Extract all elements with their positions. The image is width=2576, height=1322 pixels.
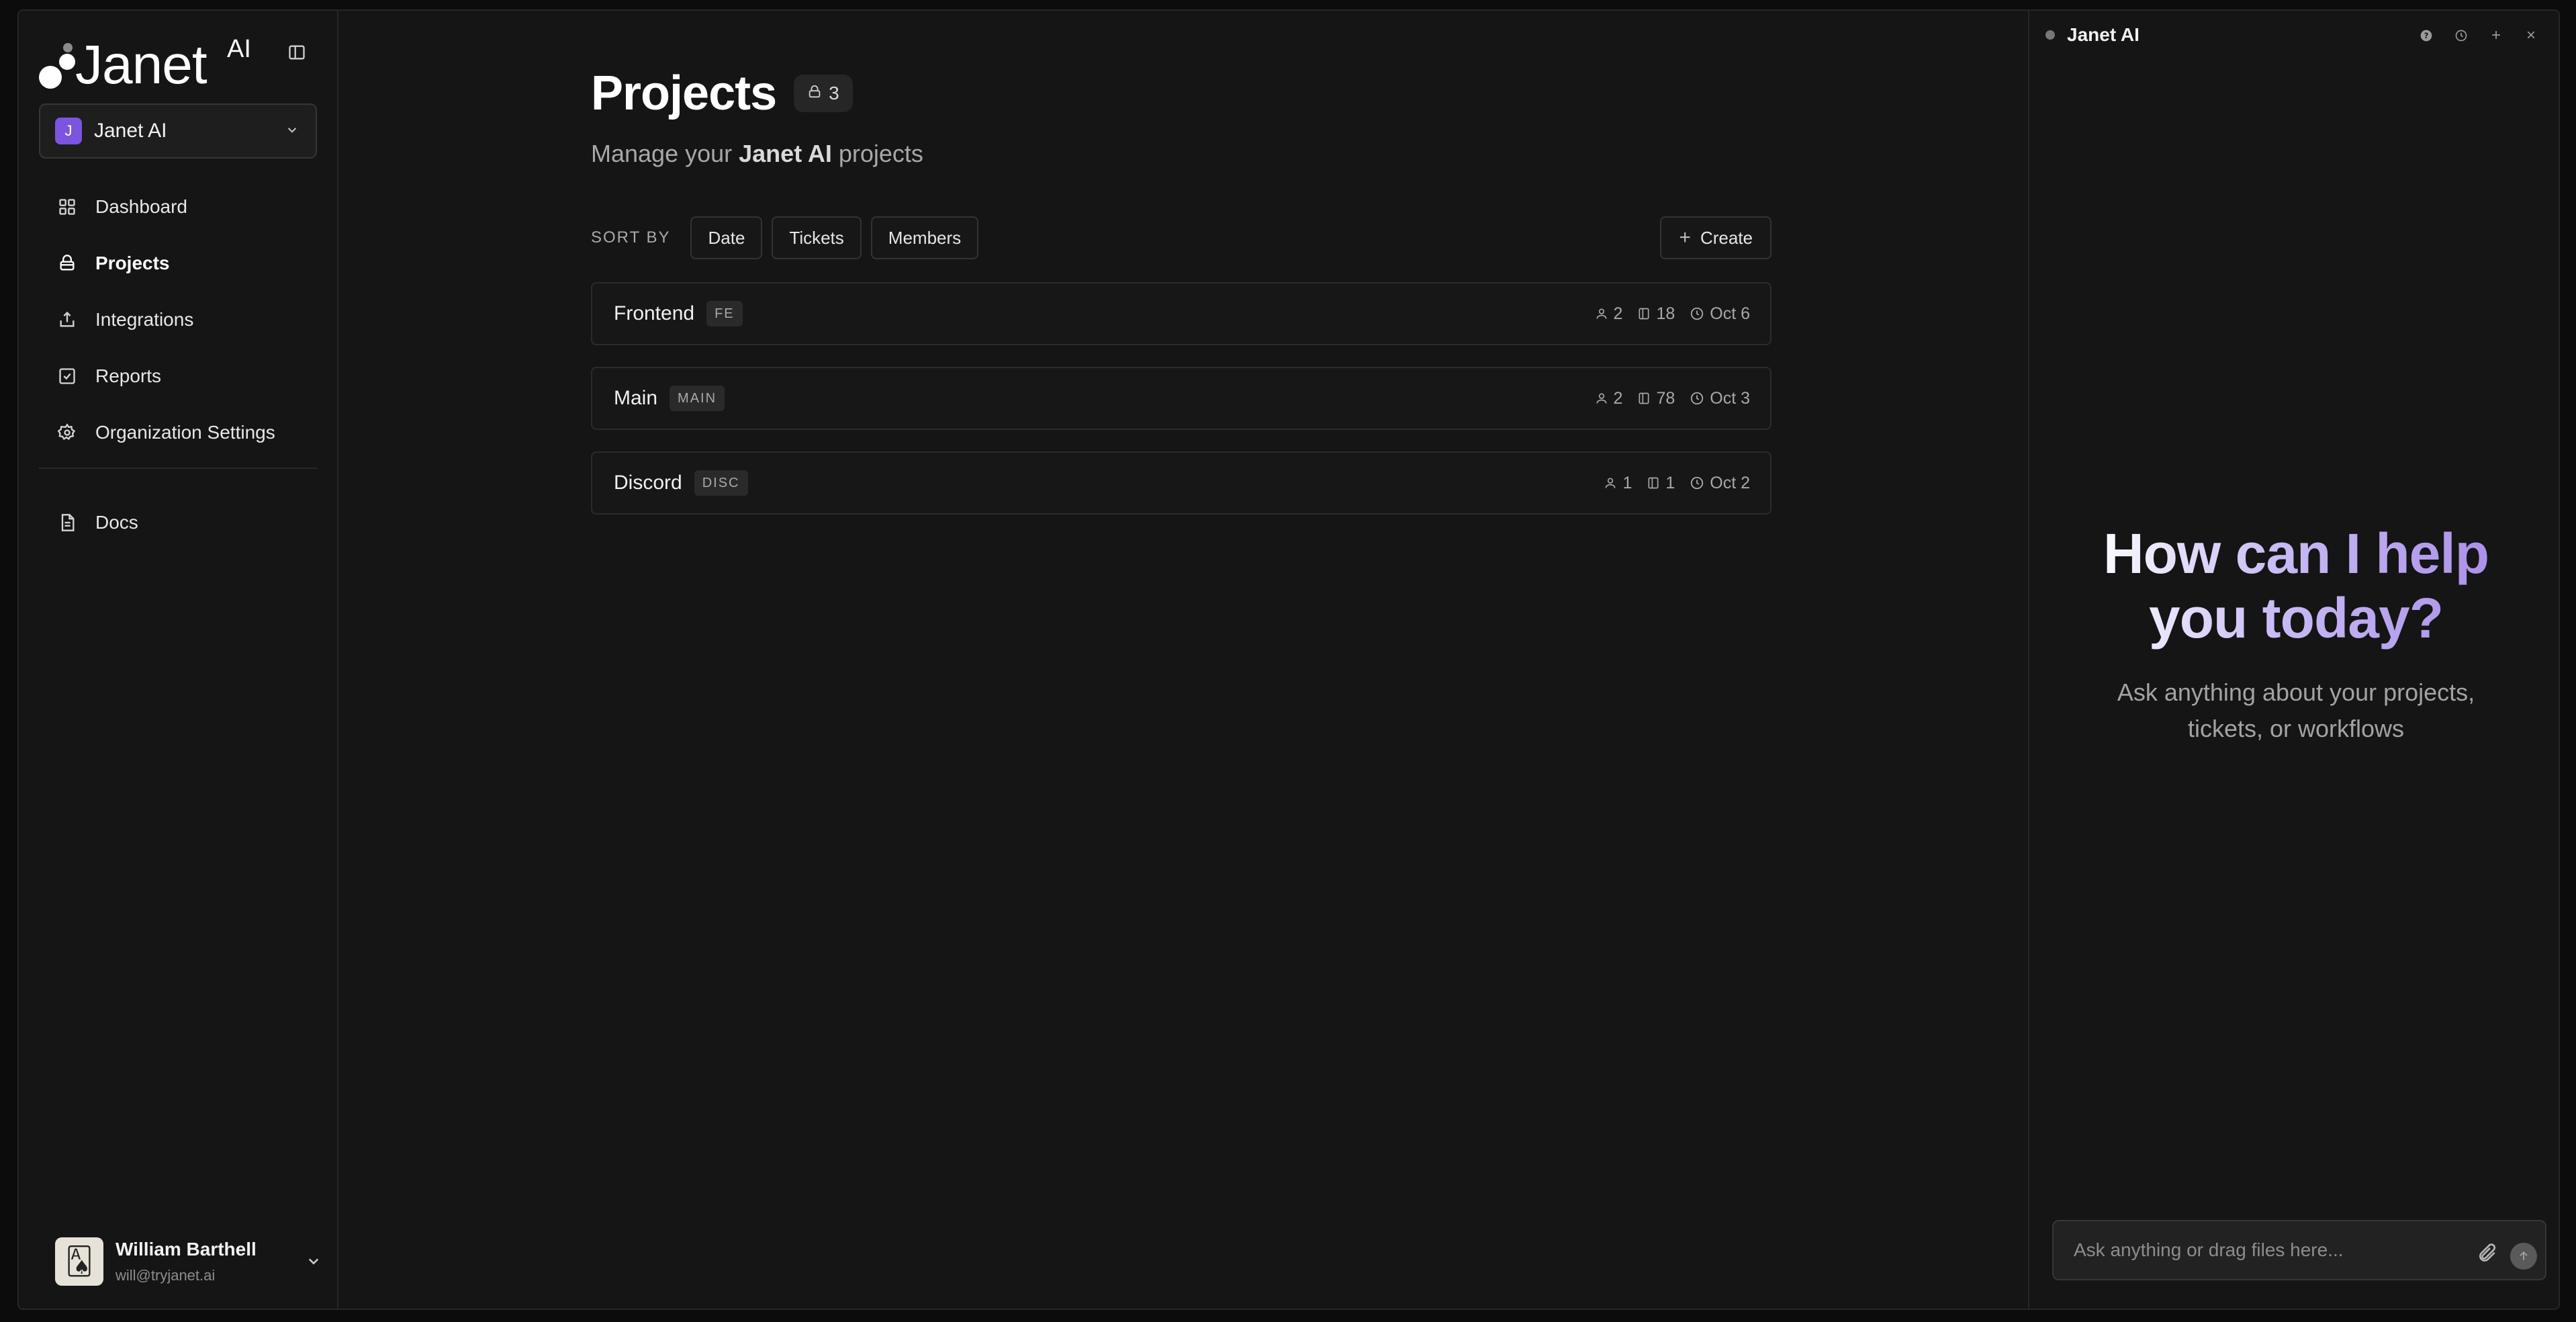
org-switcher[interactable]: J Janet AI [39, 103, 317, 159]
checkbox-icon [56, 365, 78, 387]
sidebar-item-label: Reports [95, 365, 162, 386]
sidebar-item-organization-settings[interactable]: Organization Settings [39, 404, 317, 461]
sidebar-toggle-icon [289, 45, 305, 60]
plus-icon: + [1679, 226, 1691, 249]
page-subtitle: Manage your Janet AI projects [591, 140, 923, 167]
sidebar-nav: Dashboard Projects Integrations Reports … [39, 179, 317, 461]
ticket-icon [1637, 307, 1651, 320]
project-row[interactable]: Main MAIN 2 78 Oct 3 [591, 367, 1772, 430]
assistant-header: Janet AI [2045, 24, 2140, 46]
sidebar: Janet AI J Janet AI Dashboard Projects I… [19, 11, 338, 1309]
sidebar-secondary-nav: Docs [39, 494, 317, 551]
document-icon [56, 512, 78, 533]
project-key-badge: FE [706, 301, 743, 326]
user-icon [1595, 392, 1608, 405]
help-icon[interactable]: ? [2416, 26, 2436, 46]
sort-members-button[interactable]: Members [870, 216, 979, 259]
sidebar-item-docs[interactable]: Docs [39, 494, 317, 551]
project-key-badge: DISC [694, 470, 748, 496]
app-logo[interactable]: Janet AI [39, 30, 254, 95]
ticket-icon [1647, 476, 1660, 490]
main-content: Projects 3 Manage your Janet AI projects… [340, 11, 2028, 1309]
project-date: Oct 2 [1710, 473, 1750, 492]
sidebar-item-label: Projects [95, 253, 170, 273]
clock-icon [1690, 306, 1704, 321]
assistant-hero-title: How can I help you today? [2088, 521, 2504, 650]
arrow-up-icon [2520, 1251, 2528, 1260]
project-name: Discord [614, 472, 682, 494]
org-name-emphasis: Janet AI [739, 140, 832, 167]
app-window: Janet AI J Janet AI Dashboard Projects I… [17, 9, 2560, 1310]
share-icon [56, 309, 78, 330]
user-email: will@tryjanet.ai [116, 1267, 216, 1284]
org-avatar: J [55, 118, 82, 144]
sidebar-item-label: Integrations [95, 309, 194, 330]
create-project-button[interactable]: + Create [1660, 216, 1772, 259]
project-row[interactable]: Discord DISC 1 1 Oct 2 [591, 451, 1772, 515]
lock-icon [56, 253, 78, 274]
user-name: William Barthell [116, 1239, 257, 1260]
chevron-down-icon [308, 1258, 319, 1265]
sidebar-item-projects[interactable]: Projects [39, 235, 317, 292]
org-name: Janet AI [94, 120, 167, 142]
sidebar-item-integrations[interactable]: Integrations [39, 292, 317, 348]
sidebar-item-label: Docs [95, 512, 138, 533]
svg-text:?: ? [2424, 31, 2429, 40]
gear-icon [56, 422, 78, 443]
avatar: 🂡 [55, 1237, 103, 1286]
sort-label: SORT BY [591, 228, 671, 247]
member-count: 1 [1622, 473, 1632, 492]
history-icon[interactable] [2451, 26, 2471, 46]
close-icon[interactable]: × [2521, 26, 2541, 46]
sidebar-toggle-button[interactable] [283, 39, 310, 66]
project-name: Main [614, 387, 658, 409]
page-title: Projects [591, 67, 777, 120]
sort-toolbar: SORT BY Date Tickets Members + Create [591, 216, 1772, 259]
user-icon [1604, 476, 1617, 490]
chat-composer [2052, 1220, 2546, 1280]
member-count: 2 [1613, 304, 1623, 323]
sidebar-item-label: Dashboard [95, 196, 187, 217]
clock-icon [1690, 476, 1704, 490]
status-dot [2045, 30, 2055, 40]
logo-mark-icon [39, 43, 79, 89]
send-button[interactable] [2510, 1243, 2537, 1270]
sort-date-button[interactable]: Date [690, 216, 763, 259]
clock-icon [1690, 391, 1704, 406]
logo-text: Janet [75, 34, 208, 95]
project-row[interactable]: Frontend FE 2 18 Oct 6 [591, 282, 1772, 345]
assistant-actions: ? + × [2401, 26, 2541, 46]
sidebar-item-reports[interactable]: Reports [39, 348, 317, 404]
sidebar-divider [39, 468, 317, 469]
lock-icon [807, 83, 822, 104]
project-count: 3 [829, 83, 839, 103]
project-count-badge: 3 [794, 75, 853, 112]
grid-icon [56, 196, 78, 218]
create-label: Create [1700, 227, 1753, 248]
user-menu[interactable]: 🂡 William Barthell will@tryjanet.ai [55, 1228, 324, 1295]
sidebar-item-label: Organization Settings [95, 422, 275, 443]
assistant-hero-subtitle: Ask anything about your projects, ticket… [2117, 678, 2475, 742]
ticket-count: 78 [1656, 388, 1675, 408]
project-name: Frontend [614, 302, 695, 324]
paperclip-icon[interactable] [2475, 1241, 2499, 1266]
ticket-count: 18 [1656, 304, 1675, 323]
project-date: Oct 6 [1710, 304, 1750, 323]
chat-input[interactable] [2074, 1221, 2463, 1279]
user-icon [1595, 307, 1608, 320]
project-date: Oct 3 [1710, 388, 1750, 408]
project-key-badge: MAIN [670, 386, 725, 411]
chevron-down-icon [287, 128, 297, 133]
sidebar-item-dashboard[interactable]: Dashboard [39, 179, 317, 235]
assistant-empty-state: How can I help you today? Ask anything a… [2029, 521, 2559, 747]
plus-icon[interactable]: + [2486, 26, 2506, 46]
project-list: Frontend FE 2 18 Oct 6 Main MAIN 2 78 Oc… [591, 282, 1772, 536]
member-count: 2 [1613, 388, 1623, 408]
assistant-title: Janet AI [2067, 24, 2140, 45]
ticket-count: 1 [1665, 473, 1675, 492]
logo-suffix: AI [227, 35, 251, 63]
assistant-panel: Janet AI ? + × How can I help you today?… [2028, 11, 2559, 1309]
sort-tickets-button[interactable]: Tickets [772, 216, 862, 259]
ticket-icon [1637, 392, 1651, 405]
